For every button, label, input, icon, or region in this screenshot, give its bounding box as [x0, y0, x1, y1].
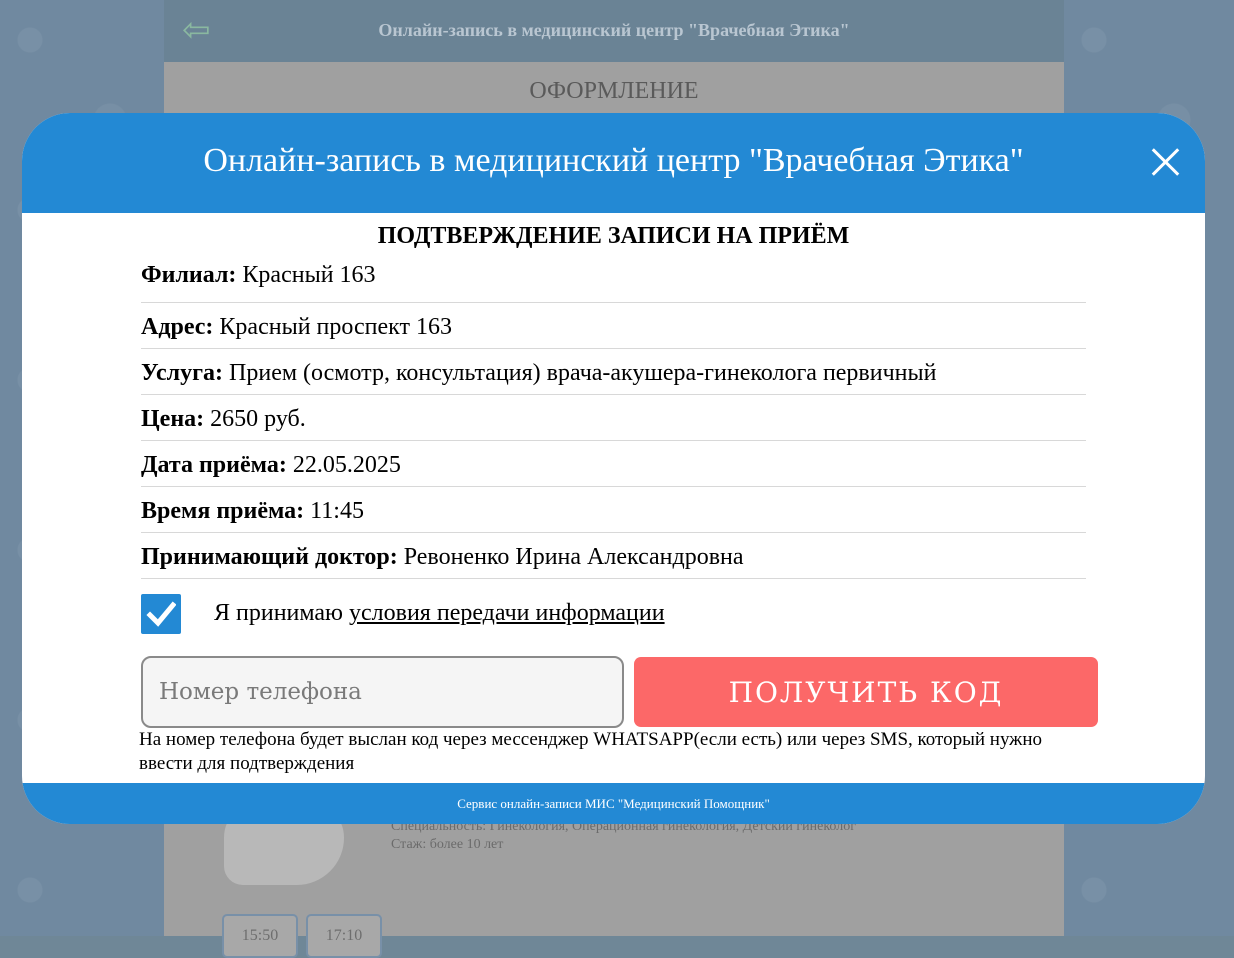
background-heading: ОФОРМЛЕНИЕ: [529, 78, 699, 104]
close-icon[interactable]: [1151, 147, 1181, 177]
appointment-details: Филиал: Красный 163 Адрес: Красный просп…: [141, 258, 1086, 579]
checkmark-icon: [146, 601, 176, 627]
detail-row-price: Цена: 2650 руб.: [141, 395, 1086, 441]
detail-row-date: Дата приёма: 22.05.2025: [141, 441, 1086, 487]
background-header: ⇦ Онлайн-запись в медицинский центр "Вра…: [164, 0, 1064, 62]
detail-value: Красный 163: [242, 262, 376, 288]
time-slot[interactable]: 17:10: [306, 914, 382, 958]
detail-row-time: Время приёма: 11:45: [141, 487, 1086, 533]
detail-label: Принимающий доктор:: [141, 544, 398, 570]
detail-label: Время приёма:: [141, 498, 305, 524]
phone-input[interactable]: [141, 656, 624, 728]
detail-row-doctor: Принимающий доктор: Ревоненко Ирина Алек…: [141, 533, 1086, 579]
booking-confirmation-modal: Онлайн-запись в медицинский центр "Враче…: [22, 113, 1205, 824]
terms-link[interactable]: условия передачи информации: [349, 600, 665, 626]
detail-value: Ревоненко Ирина Александровна: [403, 544, 744, 570]
detail-row-branch: Филиал: Красный 163: [141, 258, 1086, 303]
modal-header: Онлайн-запись в медицинский центр "Враче…: [22, 113, 1205, 213]
detail-value: 2650 руб.: [210, 406, 306, 432]
detail-value: 22.05.2025: [292, 452, 401, 478]
consent-checkbox[interactable]: [141, 594, 181, 634]
modal-footer: Сервис онлайн-записи МИС "Медицинский По…: [22, 783, 1205, 824]
background-header-title: Онлайн-запись в медицинский центр "Враче…: [378, 20, 850, 40]
consent-text: Я принимаю условия передачи информации: [214, 600, 665, 627]
detail-value: Прием (осмотр, консультация) врача-акуше…: [229, 360, 937, 386]
detail-label: Филиал:: [141, 262, 237, 288]
doctor-experience: Стаж: более 10 лет: [391, 837, 504, 852]
consent-label: Я принимаю: [214, 600, 349, 626]
detail-label: Дата приёма:: [141, 452, 287, 478]
modal-title: Онлайн-запись в медицинский центр "Враче…: [203, 142, 1024, 179]
detail-label: Услуга:: [141, 360, 224, 386]
detail-label: Адрес:: [141, 314, 214, 340]
detail-row-service: Услуга: Прием (осмотр, консультация) вра…: [141, 349, 1086, 395]
detail-value: Красный проспект 163: [219, 314, 452, 340]
confirmation-heading: ПОДТВЕРЖДЕНИЕ ЗАПИСИ НА ПРИЁМ: [377, 223, 850, 249]
detail-row-address: Адрес: Красный проспект 163: [141, 303, 1086, 349]
detail-label: Цена:: [141, 406, 205, 432]
phone-hint: На номер телефона будет выслан код через…: [139, 729, 1042, 774]
detail-value: 11:45: [310, 498, 364, 524]
get-code-button[interactable]: ПОЛУЧИТЬ КОД: [634, 657, 1098, 727]
time-slot[interactable]: 15:50: [222, 914, 298, 958]
